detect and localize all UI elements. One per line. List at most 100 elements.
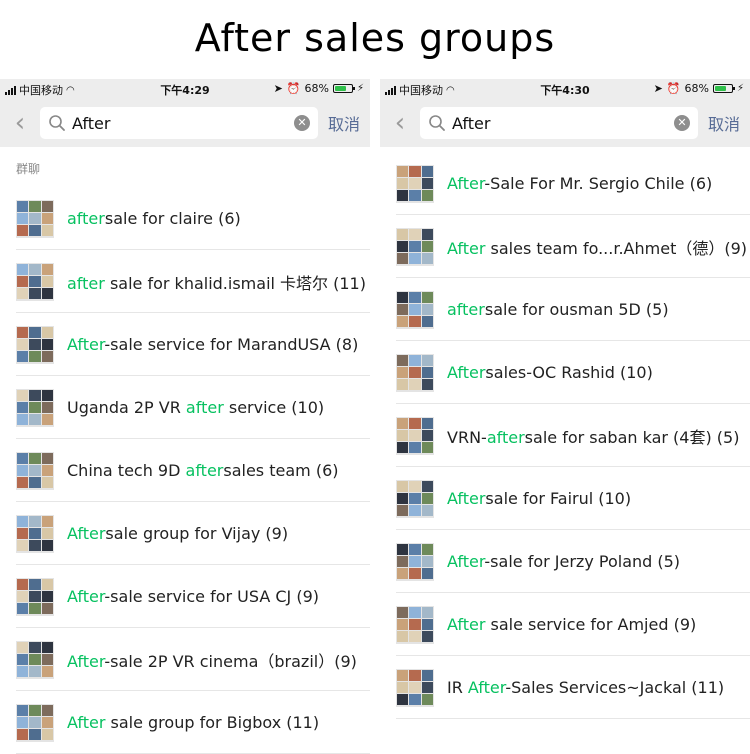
group-name: Aftersales-OC Rashid (10)	[447, 363, 653, 382]
group-name: After-Sale For Mr. Sergio Chile (6)	[447, 174, 712, 193]
group-name: After-sale service for USA CJ (9)	[67, 587, 319, 606]
match-highlight: After	[67, 651, 105, 671]
group-name: After-sale for Jerzy Poland (5)	[447, 552, 680, 571]
match-highlight: after	[67, 209, 105, 228]
match-highlight: After	[447, 238, 486, 258]
match-highlight: After	[467, 678, 506, 697]
clear-icon[interactable]: ✕	[294, 115, 310, 131]
group-avatar-icon	[16, 388, 54, 427]
match-highlight: After	[67, 335, 105, 354]
group-name-text: -sale for Jerzy Poland (5)	[484, 552, 681, 571]
match-highlight: After	[447, 363, 486, 382]
group-avatar-icon	[396, 479, 434, 518]
search-query: After	[452, 113, 491, 133]
back-chevron-icon[interactable]: ‹	[0, 110, 40, 136]
group-name-text: service (10)	[223, 398, 325, 417]
group-row[interactable]: VRN-aftersale for saban kar (4套) (5)	[380, 404, 750, 467]
cancel-button[interactable]: 取消	[698, 111, 750, 135]
group-row[interactable]: After-sale service for USA CJ (9)	[0, 565, 370, 628]
group-avatar-icon	[396, 416, 434, 455]
group-row[interactable]: After-sale service for MarandUSA (8)	[0, 313, 370, 376]
group-avatar-icon	[396, 290, 434, 329]
group-row[interactable]: After-sale 2P VR cinema（brazil）(9)	[0, 628, 370, 691]
group-avatar-icon	[396, 353, 434, 392]
group-avatar-icon	[16, 199, 54, 238]
group-list: After-Sale For Mr. Sergio Chile (6) After…	[380, 152, 750, 719]
match-highlight: After	[67, 587, 105, 606]
group-row[interactable]: aftersale for ousman 5D (5)	[380, 278, 750, 341]
group-row[interactable]: After sale service for Amjed (9)	[380, 593, 750, 656]
section-label: 群聊	[16, 162, 41, 176]
match-highlight: After	[447, 174, 485, 193]
group-row[interactable]: After-sale for Jerzy Poland (5)	[380, 530, 750, 593]
location-icon: ➤	[653, 82, 663, 95]
group-avatar-icon	[396, 542, 434, 581]
group-row[interactable]: Aftersale group for Vijay (9)	[0, 502, 370, 565]
group-row[interactable]: After-Sale For Mr. Sergio Chile (6)	[380, 152, 750, 215]
search-bar: ‹ After ✕ 取消	[380, 99, 750, 147]
clear-icon[interactable]: ✕	[674, 115, 690, 131]
charging-icon: ⚡	[736, 83, 744, 94]
phone-screen-left: 中国移动 ◠ 下午4:29 ➤ ⏰ 68% ⚡ ‹ After ✕ 取消 群聊 …	[0, 79, 370, 754]
search-input[interactable]: After ✕	[420, 107, 698, 139]
group-avatar-icon	[16, 703, 54, 742]
group-row[interactable]: Uganda 2P VR after service (10)	[0, 376, 370, 439]
search-bar: ‹ After ✕ 取消	[0, 99, 370, 147]
search-query: After	[72, 113, 111, 133]
group-name-text: sale for Fairul (10)	[485, 489, 632, 508]
match-highlight: after	[486, 427, 525, 447]
group-name-text: -sale service for MarandUSA (8)	[104, 335, 359, 354]
match-highlight: After	[447, 552, 485, 571]
group-name-text: sales team (6)	[223, 461, 339, 480]
group-name: After-sale 2P VR cinema（brazil）(9)	[67, 648, 357, 672]
group-avatar-icon	[396, 227, 434, 266]
group-row[interactable]: Aftersale for Fairul (10)	[380, 467, 750, 530]
group-avatar-icon	[16, 262, 54, 301]
group-name-text: VRN-	[447, 427, 487, 447]
group-name: Aftersale for Fairul (10)	[447, 489, 631, 508]
group-name: China tech 9D aftersales team (6)	[67, 461, 338, 480]
group-avatar-icon	[396, 164, 434, 203]
cancel-button[interactable]: 取消	[318, 111, 370, 135]
group-row[interactable]: after sale for khalid.ismail 卡塔尔 (11)	[0, 250, 370, 313]
search-input[interactable]: After ✕	[40, 107, 318, 139]
group-row[interactable]: China tech 9D aftersales team (6)	[0, 439, 370, 502]
group-name: Uganda 2P VR after service (10)	[67, 398, 324, 417]
group-name-text: -sale service for USA CJ (9)	[104, 587, 320, 606]
charging-icon: ⚡	[356, 83, 364, 94]
group-name-text: China tech 9D	[67, 461, 186, 480]
back-chevron-icon[interactable]: ‹	[380, 110, 420, 136]
search-icon	[429, 115, 445, 131]
match-highlight: After	[67, 713, 106, 732]
group-name: aftersale for ousman 5D (5)	[447, 300, 669, 319]
group-row[interactable]: After sale group for Bigbox (11)	[0, 691, 370, 754]
group-name-text: sale group for Vijay (9)	[105, 524, 289, 543]
group-name-text: sale for claire (6)	[104, 209, 241, 228]
group-row[interactable]: aftersale for claire (6)	[0, 187, 370, 250]
match-highlight: After	[67, 524, 106, 543]
group-name: VRN-aftersale for saban kar (4套) (5)	[447, 424, 739, 448]
status-bar: 中国移动 ◠ 下午4:30 ➤ ⏰ 68% ⚡	[380, 79, 750, 99]
match-highlight: after	[447, 300, 485, 319]
group-avatar-icon	[396, 605, 434, 644]
group-row[interactable]: IR After-Sales Services~Jackal (11)	[380, 656, 750, 719]
group-avatar-icon	[396, 668, 434, 707]
phone-screen-right: 中国移动 ◠ 下午4:30 ➤ ⏰ 68% ⚡ ‹ After ✕ 取消 Aft…	[380, 79, 750, 754]
group-name: After sale service for Amjed (9)	[447, 615, 696, 634]
battery-icon	[332, 84, 355, 93]
group-name-text: -sale 2P VR cinema（brazil）(9)	[104, 651, 357, 671]
group-name: After-sale service for MarandUSA (8)	[67, 335, 358, 354]
battery-icon	[712, 84, 735, 93]
group-name: Aftersale group for Vijay (9)	[67, 524, 288, 543]
group-name-text: sale for ousman 5D (5)	[484, 300, 669, 319]
search-icon	[49, 115, 65, 131]
group-name-text: IR	[447, 678, 468, 697]
group-name-text: -Sales Services~Jackal (11)	[505, 678, 725, 697]
match-highlight: After	[447, 489, 486, 508]
group-avatar-icon	[16, 577, 54, 616]
group-row[interactable]: Aftersales-OC Rashid (10)	[380, 341, 750, 404]
group-row[interactable]: After sales team fo...r.Ahmet（德）(9)	[380, 215, 750, 278]
location-icon: ➤	[273, 82, 283, 95]
group-name: After sale group for Bigbox (11)	[67, 713, 319, 732]
group-name-text: sale for saban kar (4套) (5)	[524, 427, 740, 447]
